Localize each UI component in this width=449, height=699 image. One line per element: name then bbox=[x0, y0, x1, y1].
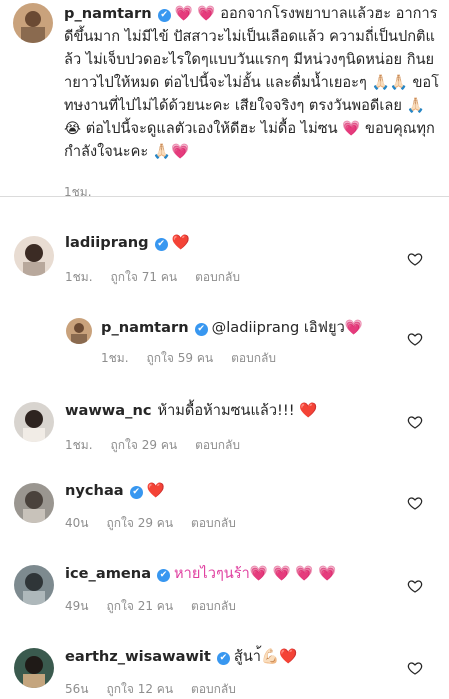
comment-likes[interactable]: ถูกใจ 71 คน bbox=[111, 270, 178, 284]
comment-time: 40น bbox=[65, 516, 89, 530]
verified-badge-icon: ✔ bbox=[157, 569, 171, 582]
username[interactable]: p_namtarn bbox=[64, 5, 152, 22]
username[interactable]: nychaa bbox=[65, 482, 124, 499]
verified-badge-icon: ✔ bbox=[129, 486, 143, 499]
username[interactable]: p_namtarn bbox=[101, 319, 189, 336]
comment-text: ห้ามดื้อห้ามซนแล้ว!!! ❤️ bbox=[157, 402, 318, 419]
avatar[interactable] bbox=[14, 483, 54, 523]
comment-text: หายไวๆนร้า💗 💗 💗 💗 bbox=[174, 565, 337, 582]
comment-meta: 49น ถูกใจ 21 คน ตอบกลับ bbox=[65, 597, 254, 616]
caption-text: p_namtarn ✔ 💗 💗 ออกจากโรงพยาบาลแล้วฮะ อากา… bbox=[64, 2, 440, 163]
avatar[interactable] bbox=[13, 3, 53, 43]
comment-text: ❤️ bbox=[171, 234, 190, 251]
avatar[interactable] bbox=[66, 318, 92, 344]
comment-line: nychaa ✔ ❤️ bbox=[65, 480, 165, 502]
verified-badge-icon: ✔ bbox=[154, 238, 168, 251]
reply-button[interactable]: ตอบกลับ bbox=[191, 599, 236, 613]
comment-line: ice_amena ✔ หายไวๆนร้า💗 💗 💗 💗 bbox=[65, 563, 336, 585]
reply-button[interactable]: ตอบกลับ bbox=[195, 270, 240, 284]
comment-meta: 1ชม. ถูกใจ 29 คน ตอบกลับ bbox=[65, 436, 258, 455]
post-caption: p_namtarn ✔ 💗 💗 ออกจากโรงพยาบาลแล้วฮะ อากา… bbox=[0, 0, 449, 199]
username[interactable]: earthz_wisawawit bbox=[65, 648, 211, 665]
comment-likes[interactable]: ถูกใจ 21 คน bbox=[106, 599, 173, 613]
comment-meta: 1ชม. ถูกใจ 71 คน ตอบกลับ bbox=[65, 268, 258, 287]
verified-badge-icon: ✔ bbox=[157, 9, 171, 22]
comment-line: ladiiprang ✔ ❤️ bbox=[65, 232, 190, 254]
comment-likes[interactable]: ถูกใจ 12 คน bbox=[106, 682, 173, 696]
comment-likes[interactable]: ถูกใจ 59 คน bbox=[147, 351, 214, 365]
caption-time: 1ชม. bbox=[64, 185, 92, 199]
comment-time: 56น bbox=[65, 682, 89, 696]
username[interactable]: wawwa_nc bbox=[65, 402, 151, 419]
heart-outline-icon[interactable] bbox=[407, 331, 423, 347]
comment-time: 1ชม. bbox=[65, 438, 93, 452]
comment-line: earthz_wisawawit ✔ สู้นา้💪🏻❤️ bbox=[65, 646, 297, 668]
comment-time: 49น bbox=[65, 599, 89, 613]
comment-meta: 1ชม. ถูกใจ 59 คน ตอบกลับ bbox=[101, 349, 294, 368]
comment-text: สู้นา้💪🏻❤️ bbox=[233, 648, 298, 665]
comment-text: ❤️ bbox=[146, 482, 165, 499]
avatar[interactable] bbox=[14, 648, 54, 688]
reply-button[interactable]: ตอบกลับ bbox=[191, 682, 236, 696]
comment-line: wawwa_nc ห้ามดื้อห้ามซนแล้ว!!! ❤️ bbox=[65, 400, 317, 422]
reply-button[interactable]: ตอบกลับ bbox=[191, 516, 236, 530]
heart-outline-icon[interactable] bbox=[407, 414, 423, 430]
verified-badge-icon: ✔ bbox=[194, 323, 208, 336]
reply-button[interactable]: ตอบกลับ bbox=[195, 438, 240, 452]
comment-line: p_namtarn ✔ @ladiiprang เอิฟยูว💗 bbox=[101, 317, 363, 339]
verified-badge-icon: ✔ bbox=[216, 652, 230, 665]
comment-text: @ladiiprang เอิฟยูว💗 bbox=[211, 319, 363, 336]
avatar[interactable] bbox=[14, 402, 54, 442]
caption-body: 💗 💗 ออกจากโรงพยาบาลแล้วฮะ อาการดีขึ้นมาก… bbox=[64, 5, 440, 160]
comment-meta: 56น ถูกใจ 12 คน ตอบกลับ bbox=[65, 680, 254, 699]
reply-button[interactable]: ตอบกลับ bbox=[231, 351, 276, 365]
heart-outline-icon[interactable] bbox=[407, 495, 423, 511]
avatar[interactable] bbox=[14, 565, 54, 605]
comment-likes[interactable]: ถูกใจ 29 คน bbox=[111, 438, 178, 452]
heart-outline-icon[interactable] bbox=[407, 578, 423, 594]
heart-outline-icon[interactable] bbox=[407, 251, 423, 267]
comment-time: 1ชม. bbox=[65, 270, 93, 284]
comment-time: 1ชม. bbox=[101, 351, 129, 365]
comment-likes[interactable]: ถูกใจ 29 คน bbox=[106, 516, 173, 530]
username[interactable]: ladiiprang bbox=[65, 234, 149, 251]
heart-outline-icon[interactable] bbox=[407, 660, 423, 676]
comment-meta: 40น ถูกใจ 29 คน ตอบกลับ bbox=[65, 514, 254, 533]
username[interactable]: ice_amena bbox=[65, 565, 151, 582]
avatar[interactable] bbox=[14, 236, 54, 276]
